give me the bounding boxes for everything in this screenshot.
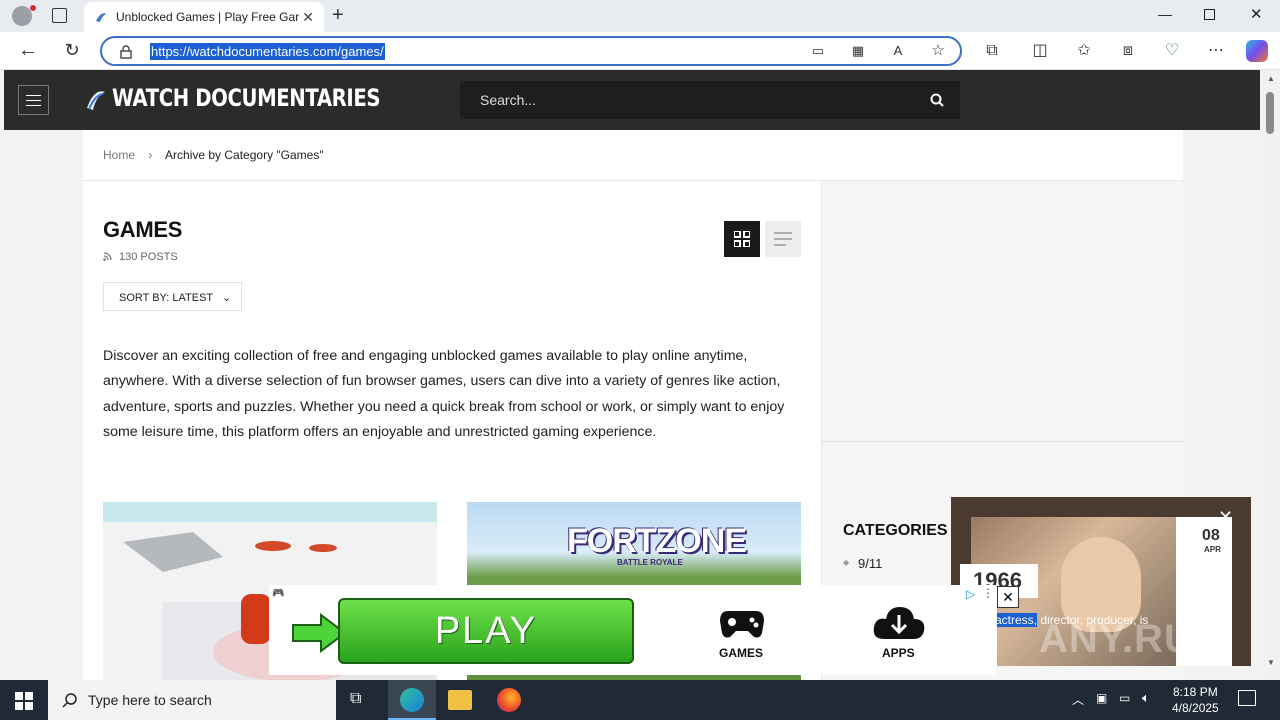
list-icon: [774, 232, 792, 246]
date-month: APR: [1204, 545, 1221, 554]
active-tab[interactable]: Unblocked Games | Play Free Gar ✕: [84, 2, 324, 32]
browser-tab-bar: Unblocked Games | Play Free Gar ✕ + — ✕: [0, 0, 1280, 32]
firefox-icon[interactable]: [497, 688, 521, 712]
tab-title: Unblocked Games | Play Free Gar: [116, 10, 300, 24]
download-cloud-icon: [873, 607, 925, 639]
device-icon[interactable]: ▣: [1096, 691, 1107, 705]
clock-date: 4/8/2025: [1172, 701, 1219, 715]
grid-icon: [734, 231, 750, 247]
site-search-input[interactable]: Search...: [460, 81, 960, 119]
notifications-icon[interactable]: [1238, 690, 1256, 706]
breadcrumb-separator: ›: [148, 148, 153, 162]
windows-taskbar: Type here to search ⧉ ︿ ▣ ▭ 🔈︎ 8:18 PM 4…: [0, 680, 1280, 720]
url-text[interactable]: https://watchdocumentaries.com/games/: [150, 43, 385, 60]
new-tab-icon[interactable]: +: [332, 4, 344, 27]
scroll-down-icon[interactable]: ▼: [1267, 658, 1275, 667]
windows-start-icon[interactable]: [15, 692, 33, 710]
site-favicon-icon: [96, 13, 106, 22]
notification-dot-icon: [30, 5, 36, 11]
split-screen-icon[interactable]: ◫: [1028, 39, 1052, 63]
profile-avatar-icon[interactable]: [12, 6, 32, 26]
app-available-icon[interactable]: ▭: [806, 39, 830, 63]
categories-heading: CATEGORIES: [843, 522, 948, 539]
gamepad-icon: [720, 611, 764, 638]
rss-icon[interactable]: [103, 252, 112, 261]
address-bar[interactable]: https://watchdocumentaries.com/games/ ▭ …: [100, 36, 962, 66]
apps-label[interactable]: APPS: [882, 646, 915, 660]
more-menu-icon[interactable]: ⋯: [1204, 39, 1228, 63]
copilot-icon[interactable]: [1246, 40, 1268, 62]
minimize-icon[interactable]: —: [1158, 6, 1172, 22]
qr-code-icon[interactable]: ▦: [846, 39, 870, 63]
category-link[interactable]: 9/11: [858, 556, 882, 571]
edge-icon: [400, 688, 424, 712]
volume-icon[interactable]: 🔈︎: [1142, 690, 1150, 706]
sort-dropdown[interactable]: SORT BY: LATEST ⌄: [103, 282, 242, 311]
card-title-art: FORTZONE: [567, 522, 747, 560]
taskbar-search-icon: [62, 693, 77, 708]
collections-icon[interactable]: ⧈: [1116, 39, 1140, 63]
archive-description: Discover an exciting collection of free …: [103, 348, 785, 440]
bullet-icon: ◆: [843, 558, 850, 567]
close-window-icon[interactable]: ✕: [1250, 5, 1263, 23]
restore-icon[interactable]: [1204, 9, 1215, 20]
taskbar-edge-button[interactable]: [388, 680, 436, 720]
search-placeholder: Search...: [480, 92, 537, 108]
games-label[interactable]: GAMES: [719, 646, 763, 660]
watermark: ANY.RUN: [1039, 617, 1224, 661]
browser-essentials-icon[interactable]: ♡: [1160, 39, 1184, 63]
favorite-star-icon[interactable]: ☆: [926, 39, 950, 63]
date-day: 08: [1202, 527, 1220, 544]
scroll-up-icon[interactable]: ▲: [1267, 74, 1275, 83]
site-header: WATCH DOCUMENTARIES Search...: [4, 70, 1260, 130]
logo-mark-icon: [87, 91, 105, 110]
network-icon[interactable]: ▭: [1119, 691, 1130, 705]
tab-actions-icon[interactable]: [52, 8, 67, 23]
extensions-icon[interactable]: ⧉: [980, 39, 1004, 63]
ad-options-icon[interactable]: ⋮: [982, 586, 994, 600]
scrollbar-thumb[interactable]: [1266, 92, 1274, 134]
caption-highlight: actress,: [995, 613, 1038, 627]
taskbar-clock[interactable]: 8:18 PM 4/8/2025: [1172, 684, 1219, 716]
sort-label: SORT BY: LATEST: [119, 292, 213, 304]
taskbar-search-placeholder: Type here to search: [88, 692, 212, 708]
show-hidden-icons[interactable]: ︿: [1072, 691, 1084, 708]
task-view-icon[interactable]: ⧉: [350, 690, 361, 708]
chevron-down-icon: ⌄: [222, 292, 232, 304]
hamburger-menu-button[interactable]: [18, 85, 49, 115]
tab-close-icon[interactable]: ✕: [302, 9, 314, 26]
refresh-icon[interactable]: ↻: [60, 38, 84, 62]
breadcrumb-home-link[interactable]: Home: [103, 148, 135, 162]
video-close-icon[interactable]: ✕: [1218, 507, 1233, 528]
search-icon[interactable]: [930, 93, 944, 107]
taskbar-search-box[interactable]: Type here to search: [48, 680, 336, 720]
adchoices-icon[interactable]: ▷: [966, 587, 975, 601]
breadcrumb-current: Archive by Category "Games": [165, 148, 324, 162]
back-icon[interactable]: ←: [16, 38, 40, 62]
clock-time: 8:18 PM: [1173, 685, 1218, 699]
sidebar-divider: [822, 441, 1184, 442]
list-view-button[interactable]: [765, 221, 801, 257]
play-button[interactable]: PLAY: [338, 598, 634, 664]
grid-view-button[interactable]: [724, 221, 760, 257]
page-title: GAMES: [103, 217, 183, 242]
card-subtitle-art: BATTLE ROYALE: [617, 558, 683, 567]
favorites-icon[interactable]: ✩: [1072, 39, 1096, 63]
browser-toolbar: ← ↻ https://watchdocumentaries.com/games…: [0, 32, 1280, 70]
post-count: 130 POSTS: [119, 251, 178, 263]
gamepad-small-icon: 🎮: [272, 588, 285, 599]
read-aloud-icon[interactable]: A: [886, 39, 910, 63]
page-scrollbar[interactable]: ▲ ▼: [1262, 70, 1280, 680]
site-logo[interactable]: WATCH DOCUMENTARIES: [112, 84, 381, 112]
breadcrumb: Home › Archive by Category "Games": [103, 148, 324, 162]
lock-icon[interactable]: [120, 45, 132, 59]
banner-ad[interactable]: 🎮 PLAY GAMES APPS ▷ ⋮ ✕: [269, 585, 1019, 675]
file-explorer-icon[interactable]: [448, 690, 472, 710]
ad-close-icon[interactable]: ✕: [997, 586, 1019, 608]
